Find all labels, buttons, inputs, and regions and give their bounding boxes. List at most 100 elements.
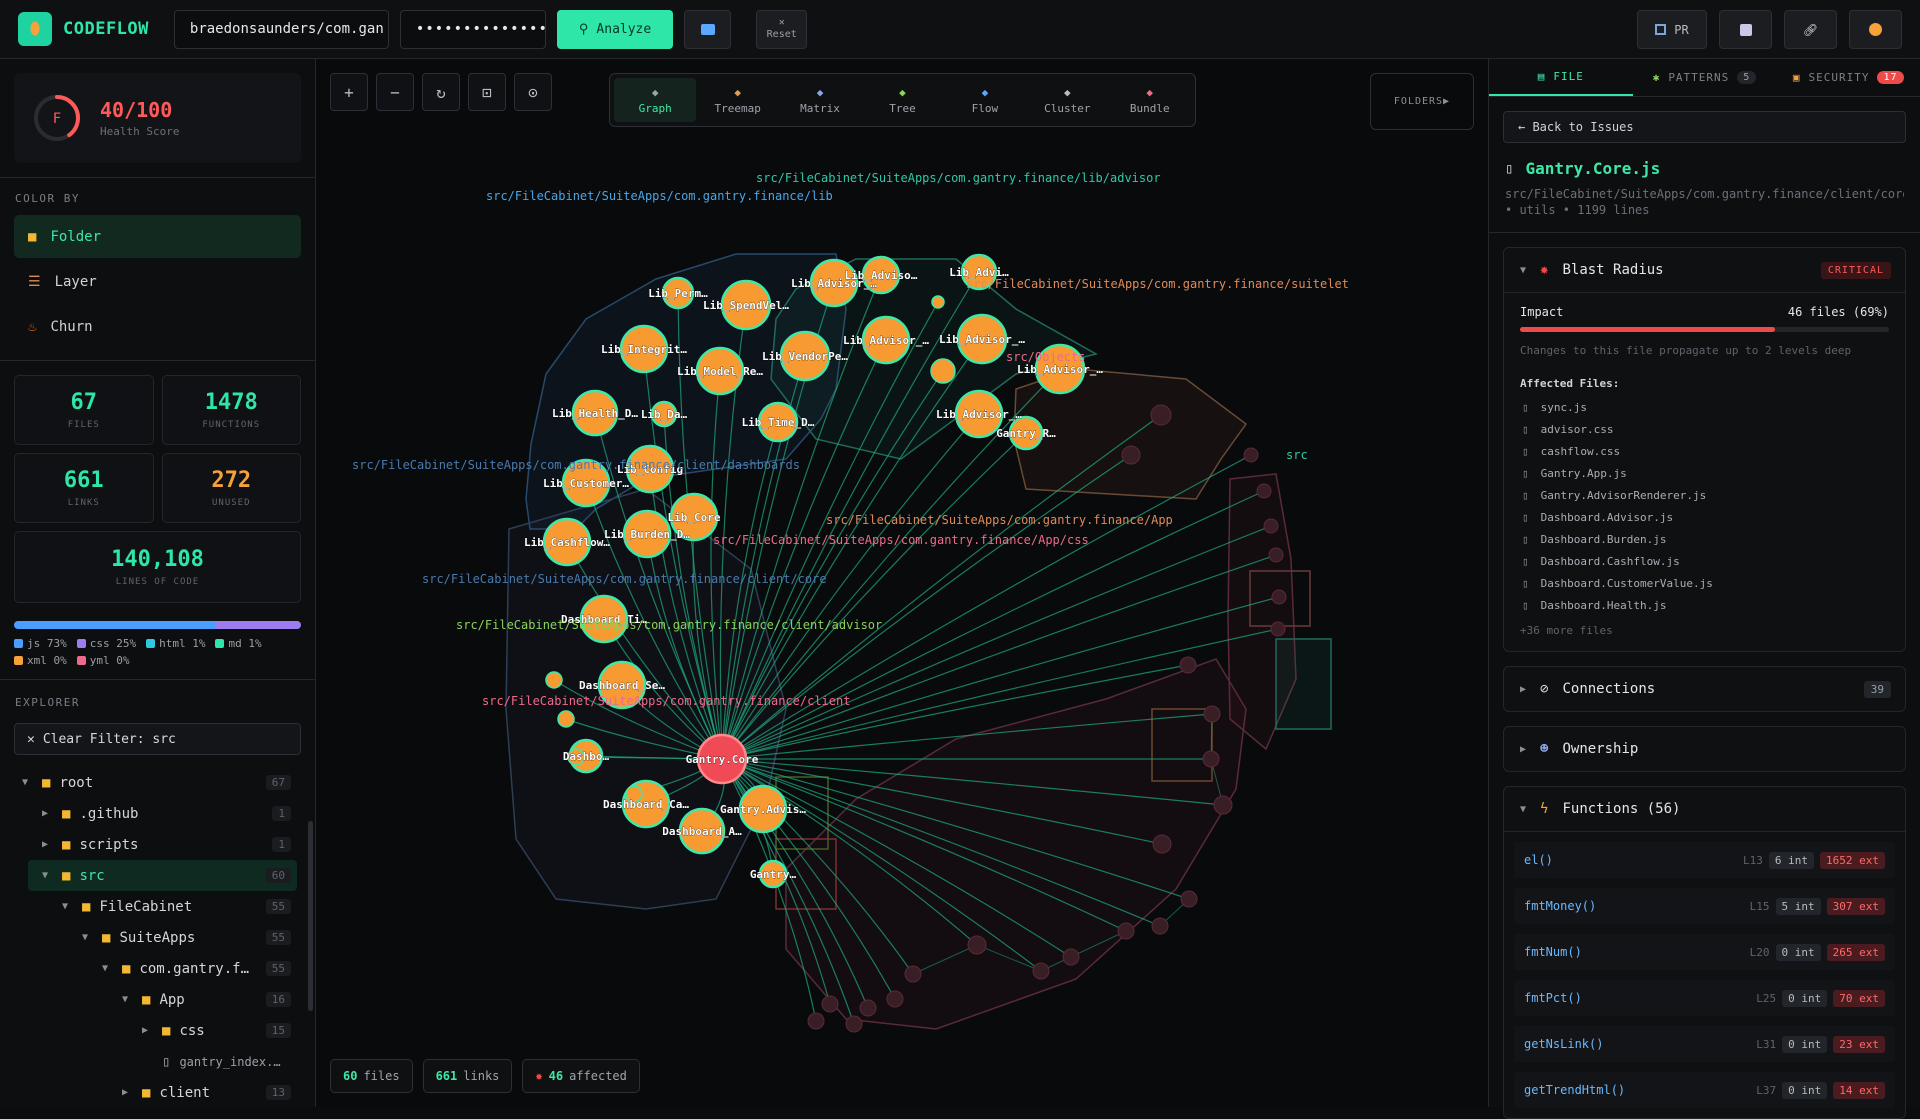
graph-node[interactable] <box>967 935 987 955</box>
tree-item[interactable]: ▶ ■ scripts 1 <box>0 829 297 860</box>
view-graph[interactable]: ◆ Graph <box>614 78 697 122</box>
graph-node[interactable] <box>1032 962 1050 980</box>
graph-node[interactable] <box>1256 483 1272 499</box>
tab-security[interactable]: ▣ SECURITY 17 <box>1776 59 1920 96</box>
tree-item[interactable]: ▼ ■ com.gantry.f… 55 <box>0 953 297 984</box>
graph-node[interactable] <box>545 671 563 689</box>
graph-node[interactable] <box>1150 404 1172 426</box>
affected-file[interactable]: ▯ Dashboard.CustomerValue.js <box>1504 572 1905 594</box>
graph-node[interactable] <box>1270 621 1286 637</box>
affected-file[interactable]: ▯ Dashboard.Advisor.js <box>1504 506 1905 528</box>
function-row[interactable]: fmtPct() L25 0 int 70 ext <box>1514 980 1895 1016</box>
tree-item[interactable]: ▶ ■ .github 1 <box>0 798 297 829</box>
view-bundle[interactable]: ◆ Bundle <box>1109 78 1191 122</box>
tree-item[interactable]: ▶ ■ css 15 <box>0 1015 297 1046</box>
chevron-down-icon[interactable]: ▼ <box>62 901 78 912</box>
graph-node[interactable] <box>930 358 956 384</box>
chevron-right-icon[interactable]: ▶ <box>142 1025 158 1036</box>
blast-radius-header[interactable]: ▼ ✸ Blast Radius CRITICAL <box>1504 248 1905 292</box>
zoom-in-button[interactable]: + <box>330 73 368 111</box>
chevron-down-icon[interactable]: ▼ <box>122 994 138 1005</box>
graph-node[interactable] <box>1213 795 1233 815</box>
graph-canvas[interactable]: Lib_Perm… Lib_SpendVel… Lib_Advisor_… Lib_A… <box>316 59 1488 1107</box>
chevron-right-icon[interactable]: ▶ <box>42 839 58 850</box>
reset-view-button[interactable]: ↻ <box>422 73 460 111</box>
repo-input[interactable]: braedonsaunders/com.gan <box>173 9 389 49</box>
affected-file[interactable]: ▯ sync.js <box>1504 396 1905 418</box>
tree-item[interactable]: ▼ ■ FileCabinet 55 <box>0 891 297 922</box>
connections-header[interactable]: ▶ ⊘ Connections 39 <box>1504 667 1905 711</box>
graph-node[interactable] <box>1121 445 1141 465</box>
affected-file[interactable]: ▯ cashflow.css <box>1504 440 1905 462</box>
graph-node[interactable] <box>1180 890 1198 908</box>
zoom-out-button[interactable]: − <box>376 73 414 111</box>
view-flow[interactable]: ◆ Flow <box>944 78 1026 122</box>
affected-file[interactable]: ▯ Gantry.AdvisorRenderer.js <box>1504 484 1905 506</box>
color-by-folder[interactable]: ■ Folder <box>14 215 301 258</box>
more-files-link[interactable]: +36 more files <box>1504 616 1905 651</box>
token-input[interactable]: •••••••••••••• <box>399 9 547 49</box>
function-row[interactable]: fmtMoney() L15 5 int 307 ext <box>1514 888 1895 924</box>
graph-node[interactable] <box>886 990 904 1008</box>
tab-patterns[interactable]: ✱ PATTERNS 5 <box>1633 59 1777 96</box>
tree-item[interactable]: ▼ ■ SuiteApps 55 <box>0 922 297 953</box>
functions-header[interactable]: ▼ ϟ Functions (56) <box>1504 787 1905 831</box>
chevron-right-icon[interactable]: ▶ <box>42 808 58 819</box>
pr-button[interactable]: PR <box>1637 10 1707 49</box>
chevron-down-icon[interactable]: ▼ <box>102 963 118 974</box>
graph-node[interactable] <box>1203 705 1221 723</box>
sidebar-scrollbar[interactable] <box>308 821 313 1011</box>
affected-file[interactable]: ▯ Dashboard.Cashflow.js <box>1504 550 1905 572</box>
snapshot-button[interactable] <box>684 9 732 49</box>
tree-item[interactable]: ▼ ■ App 16 <box>0 984 297 1015</box>
function-row[interactable]: el() L13 6 int 1652 ext <box>1514 842 1895 878</box>
graph-node[interactable] <box>859 999 877 1017</box>
tree-item[interactable]: ▼ ■ root 67 <box>0 767 297 798</box>
graph-node[interactable] <box>1179 656 1197 674</box>
graph-node[interactable] <box>1062 948 1080 966</box>
function-row[interactable]: getNsLink() L31 0 int 23 ext <box>1514 1026 1895 1062</box>
graph-node[interactable] <box>1271 589 1287 605</box>
color-by-churn[interactable]: ♨ Churn <box>14 305 301 348</box>
link-button[interactable]: 🔗︎ <box>1784 10 1837 49</box>
graph-node[interactable] <box>1151 917 1169 935</box>
graph-node[interactable] <box>1202 750 1220 768</box>
graph-node[interactable] <box>931 295 945 309</box>
graph-node[interactable] <box>821 995 839 1013</box>
affected-file[interactable]: ▯ Gantry.App.js <box>1504 462 1905 484</box>
affected-file[interactable]: ▯ Dashboard.Health.js <box>1504 594 1905 616</box>
graph-node[interactable] <box>904 965 922 983</box>
dependency-graph[interactable]: Lib_Perm…Lib_SpendVel… Lib_Advisor_… Lib_A… <box>316 59 1488 1107</box>
center-button[interactable]: ⊙ <box>514 73 552 111</box>
theme-button[interactable] <box>1849 10 1902 49</box>
reset-button[interactable]: ✕ Reset <box>756 9 808 49</box>
view-treemap[interactable]: ◆ Treemap <box>696 78 778 122</box>
graph-node[interactable] <box>1152 834 1172 854</box>
graph-node[interactable] <box>557 710 575 728</box>
graph-node[interactable] <box>1117 922 1135 940</box>
back-to-issues-button[interactable]: ← Back to Issues <box>1503 111 1906 143</box>
chevron-down-icon[interactable]: ▼ <box>42 870 58 881</box>
graph-node[interactable] <box>1263 518 1279 534</box>
chevron-right-icon[interactable]: ▶ <box>122 1087 138 1098</box>
graph-node[interactable] <box>1243 447 1259 463</box>
affected-file[interactable]: ▯ Dashboard.Burden.js <box>1504 528 1905 550</box>
graph-node[interactable] <box>845 1015 863 1033</box>
fit-button[interactable]: ⊡ <box>468 73 506 111</box>
folders-button[interactable]: FOLDERS▶ <box>1370 73 1474 130</box>
graph-node[interactable] <box>1268 547 1284 563</box>
tree-item[interactable]: ▯ gantry_index.… <box>0 1046 297 1077</box>
analyze-button[interactable]: ⚲ Analyze <box>556 9 674 49</box>
calendar-button[interactable] <box>1719 10 1772 49</box>
tree-item[interactable]: ▶ ■ client 13 <box>0 1077 297 1108</box>
tab-file[interactable]: ▤ FILE <box>1489 59 1633 96</box>
graph-node[interactable] <box>807 1012 825 1030</box>
function-row[interactable]: getTrendHtml() L37 0 int 14 ext <box>1514 1072 1895 1108</box>
ownership-header[interactable]: ▶ ☻ Ownership <box>1504 727 1905 771</box>
chevron-down-icon[interactable]: ▼ <box>82 932 98 943</box>
affected-file[interactable]: ▯ advisor.css <box>1504 418 1905 440</box>
view-tree[interactable]: ◆ Tree <box>861 78 943 122</box>
view-cluster[interactable]: ◆ Cluster <box>1026 78 1108 122</box>
view-matrix[interactable]: ◆ Matrix <box>779 78 861 122</box>
tree-item[interactable]: ▼ ■ src 60 <box>28 860 297 891</box>
